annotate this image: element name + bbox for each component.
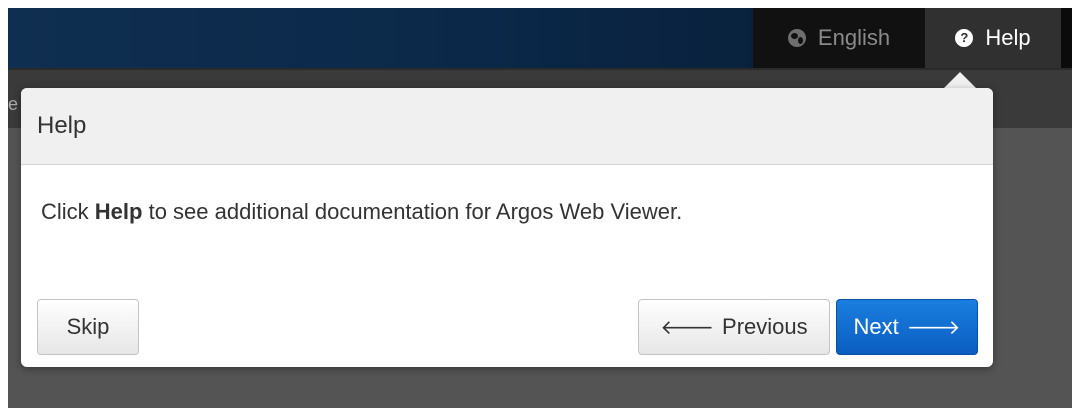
previous-button[interactable]: 🡐 Previous — [638, 299, 830, 355]
popover-body-bold: Help — [94, 199, 143, 224]
popover-header: Help — [21, 88, 993, 165]
skip-button[interactable]: Skip — [37, 299, 139, 355]
next-button[interactable]: Next 🡒 — [836, 299, 978, 355]
help-tour-popover: Help Click Help to see additional docume… — [21, 88, 993, 367]
skip-label: Skip — [66, 314, 110, 339]
popover-body-suffix: to see additional documentation for Argo… — [142, 199, 683, 224]
arrow-right-icon: 🡒 — [906, 316, 961, 339]
help-label: Help — [985, 25, 1031, 50]
popover-body: Click Help to see additional documentati… — [21, 165, 993, 225]
navbar-edge — [1061, 8, 1072, 68]
arrow-left-icon: 🡐 — [660, 316, 715, 339]
question-circle-icon: ? — [955, 29, 974, 47]
popover-title: Help — [37, 112, 87, 139]
popover-footer: Skip 🡐 Previous Next 🡒 — [21, 287, 993, 367]
previous-label: Previous — [722, 314, 808, 339]
globe-icon — [787, 29, 806, 47]
popover-arrow — [944, 72, 976, 88]
help-menu-button[interactable]: ? Help — [925, 8, 1061, 68]
toolbar-edge-text: e — [8, 94, 19, 114]
language-menu-button[interactable]: English — [753, 8, 925, 68]
language-label: English — [817, 25, 891, 50]
next-label: Next — [853, 314, 899, 339]
popover-body-prefix: Click — [41, 199, 95, 224]
